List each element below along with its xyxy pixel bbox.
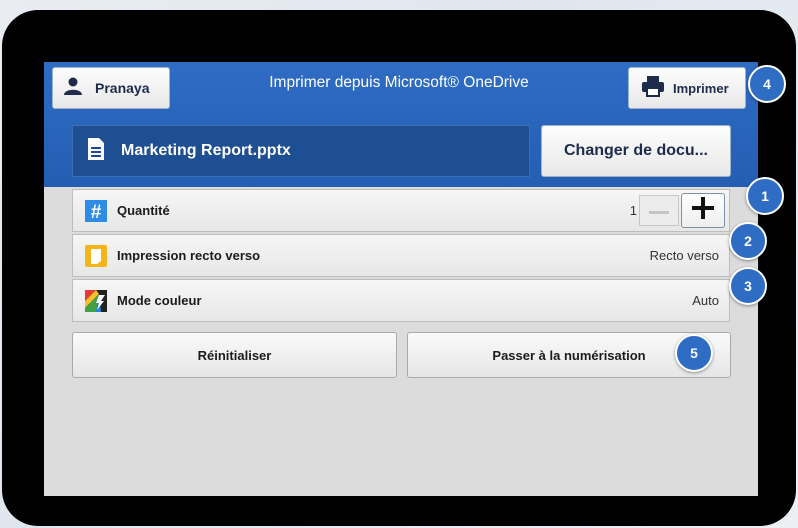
user-name: Pranaya [95,80,150,96]
color-mode-value: Auto [692,293,719,308]
decrease-quantity-button[interactable] [639,195,679,226]
duplex-value: Recto verso [649,248,719,263]
document-name: Marketing Report.pptx [121,142,291,159]
print-screen: Pranaya Imprimer depuis Microsoft® OneDr… [44,62,758,496]
quantity-label: Quantité [117,203,170,218]
callout-badge-1: 1 [746,177,784,215]
color-mode-icon [85,289,107,312]
quantity-row: # Quantité 1 [72,189,730,232]
duplex-label: Impression recto verso [117,248,261,263]
reset-button[interactable]: Réinitialiser [72,332,397,378]
printer-icon [641,75,665,102]
header-bar: Pranaya Imprimer depuis Microsoft® OneDr… [44,62,758,187]
page-title: Imprimer depuis Microsoft® OneDrive [269,74,529,91]
callout-badge-3: 3 [729,267,767,305]
scan-label: Passer à la numérisation [492,347,646,363]
document-field[interactable]: Marketing Report.pptx [72,125,530,177]
change-document-button[interactable]: Changer de docu... [541,125,731,177]
change-document-label: Changer de docu... [563,142,708,159]
callout-badge-5: 5 [675,334,713,372]
callout-badge-4: 4 [748,65,786,103]
callout-badge-2: 2 [729,222,767,260]
increase-quantity-button[interactable] [681,193,725,228]
device-frame: Pranaya Imprimer depuis Microsoft® OneDr… [2,10,796,526]
print-label: Imprimer [673,80,729,96]
reset-label: Réinitialiser [197,347,272,363]
duplex-icon [85,244,107,267]
print-button[interactable]: Imprimer [628,67,746,109]
color-mode-label: Mode couleur [117,293,202,308]
user-button[interactable]: Pranaya [52,67,170,109]
duplex-row[interactable]: Impression recto verso Recto verso [72,234,730,277]
plus-icon [692,197,714,224]
quantity-value: 1 [629,203,637,218]
document-icon [87,137,105,166]
hash-icon: # [85,199,107,222]
minus-icon [649,202,669,220]
user-icon [63,76,83,101]
color-mode-row[interactable]: Mode couleur Auto [72,279,730,322]
svg-text:#: # [91,202,102,222]
